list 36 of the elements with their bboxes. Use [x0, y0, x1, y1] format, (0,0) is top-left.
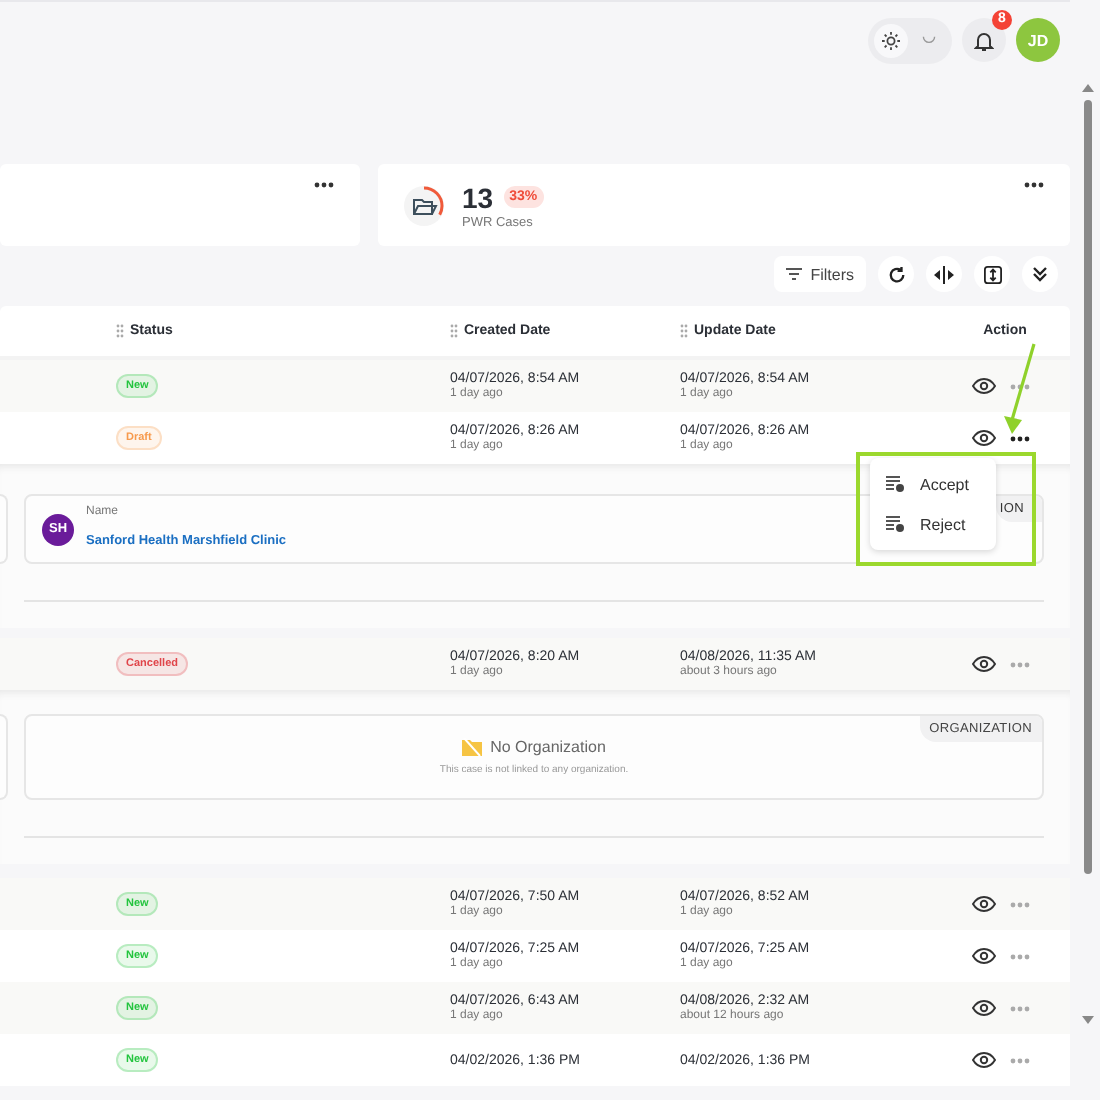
eye-icon[interactable] [972, 378, 996, 394]
double-chevron-icon [1032, 266, 1048, 282]
accept-icon [886, 476, 904, 492]
resize-horizontal-icon [934, 265, 954, 283]
menu-item[interactable]: Accept [870, 464, 996, 504]
eye-icon[interactable] [972, 430, 996, 446]
more-icon[interactable] [1024, 182, 1044, 188]
moon-icon [922, 33, 936, 47]
folder-off-icon [462, 738, 483, 756]
sun-icon [882, 31, 900, 49]
menu-item[interactable]: Reject [870, 504, 996, 544]
drag-handle-icon[interactable] [680, 324, 688, 338]
drag-handle-icon[interactable] [450, 324, 458, 338]
expand-all-button[interactable] [1022, 256, 1058, 292]
refresh-button[interactable] [878, 256, 914, 292]
row-height-button[interactable] [974, 256, 1010, 292]
column-width-button[interactable] [926, 256, 962, 292]
reject-icon [886, 516, 904, 532]
refresh-icon [887, 265, 905, 283]
light-mode-button[interactable] [874, 23, 908, 57]
annotation-arrow [998, 340, 1038, 436]
filter-icon [786, 268, 803, 280]
eye-icon[interactable] [972, 1052, 996, 1068]
eye-icon[interactable] [972, 948, 996, 964]
resize-vertical-icon [983, 265, 1001, 283]
filters-button[interactable]: Filters [774, 256, 866, 292]
eye-icon[interactable] [972, 896, 996, 912]
more-icon[interactable] [314, 182, 334, 188]
bell-icon [974, 29, 994, 51]
stat-value: 13 [462, 181, 494, 213]
eye-icon[interactable] [972, 1000, 996, 1016]
empty-title: No Organization [490, 738, 606, 756]
folder-progress-icon [402, 183, 446, 227]
more-icon[interactable] [1010, 435, 1030, 441]
eye-icon[interactable] [972, 656, 996, 672]
drag-handle-icon[interactable] [116, 324, 124, 338]
